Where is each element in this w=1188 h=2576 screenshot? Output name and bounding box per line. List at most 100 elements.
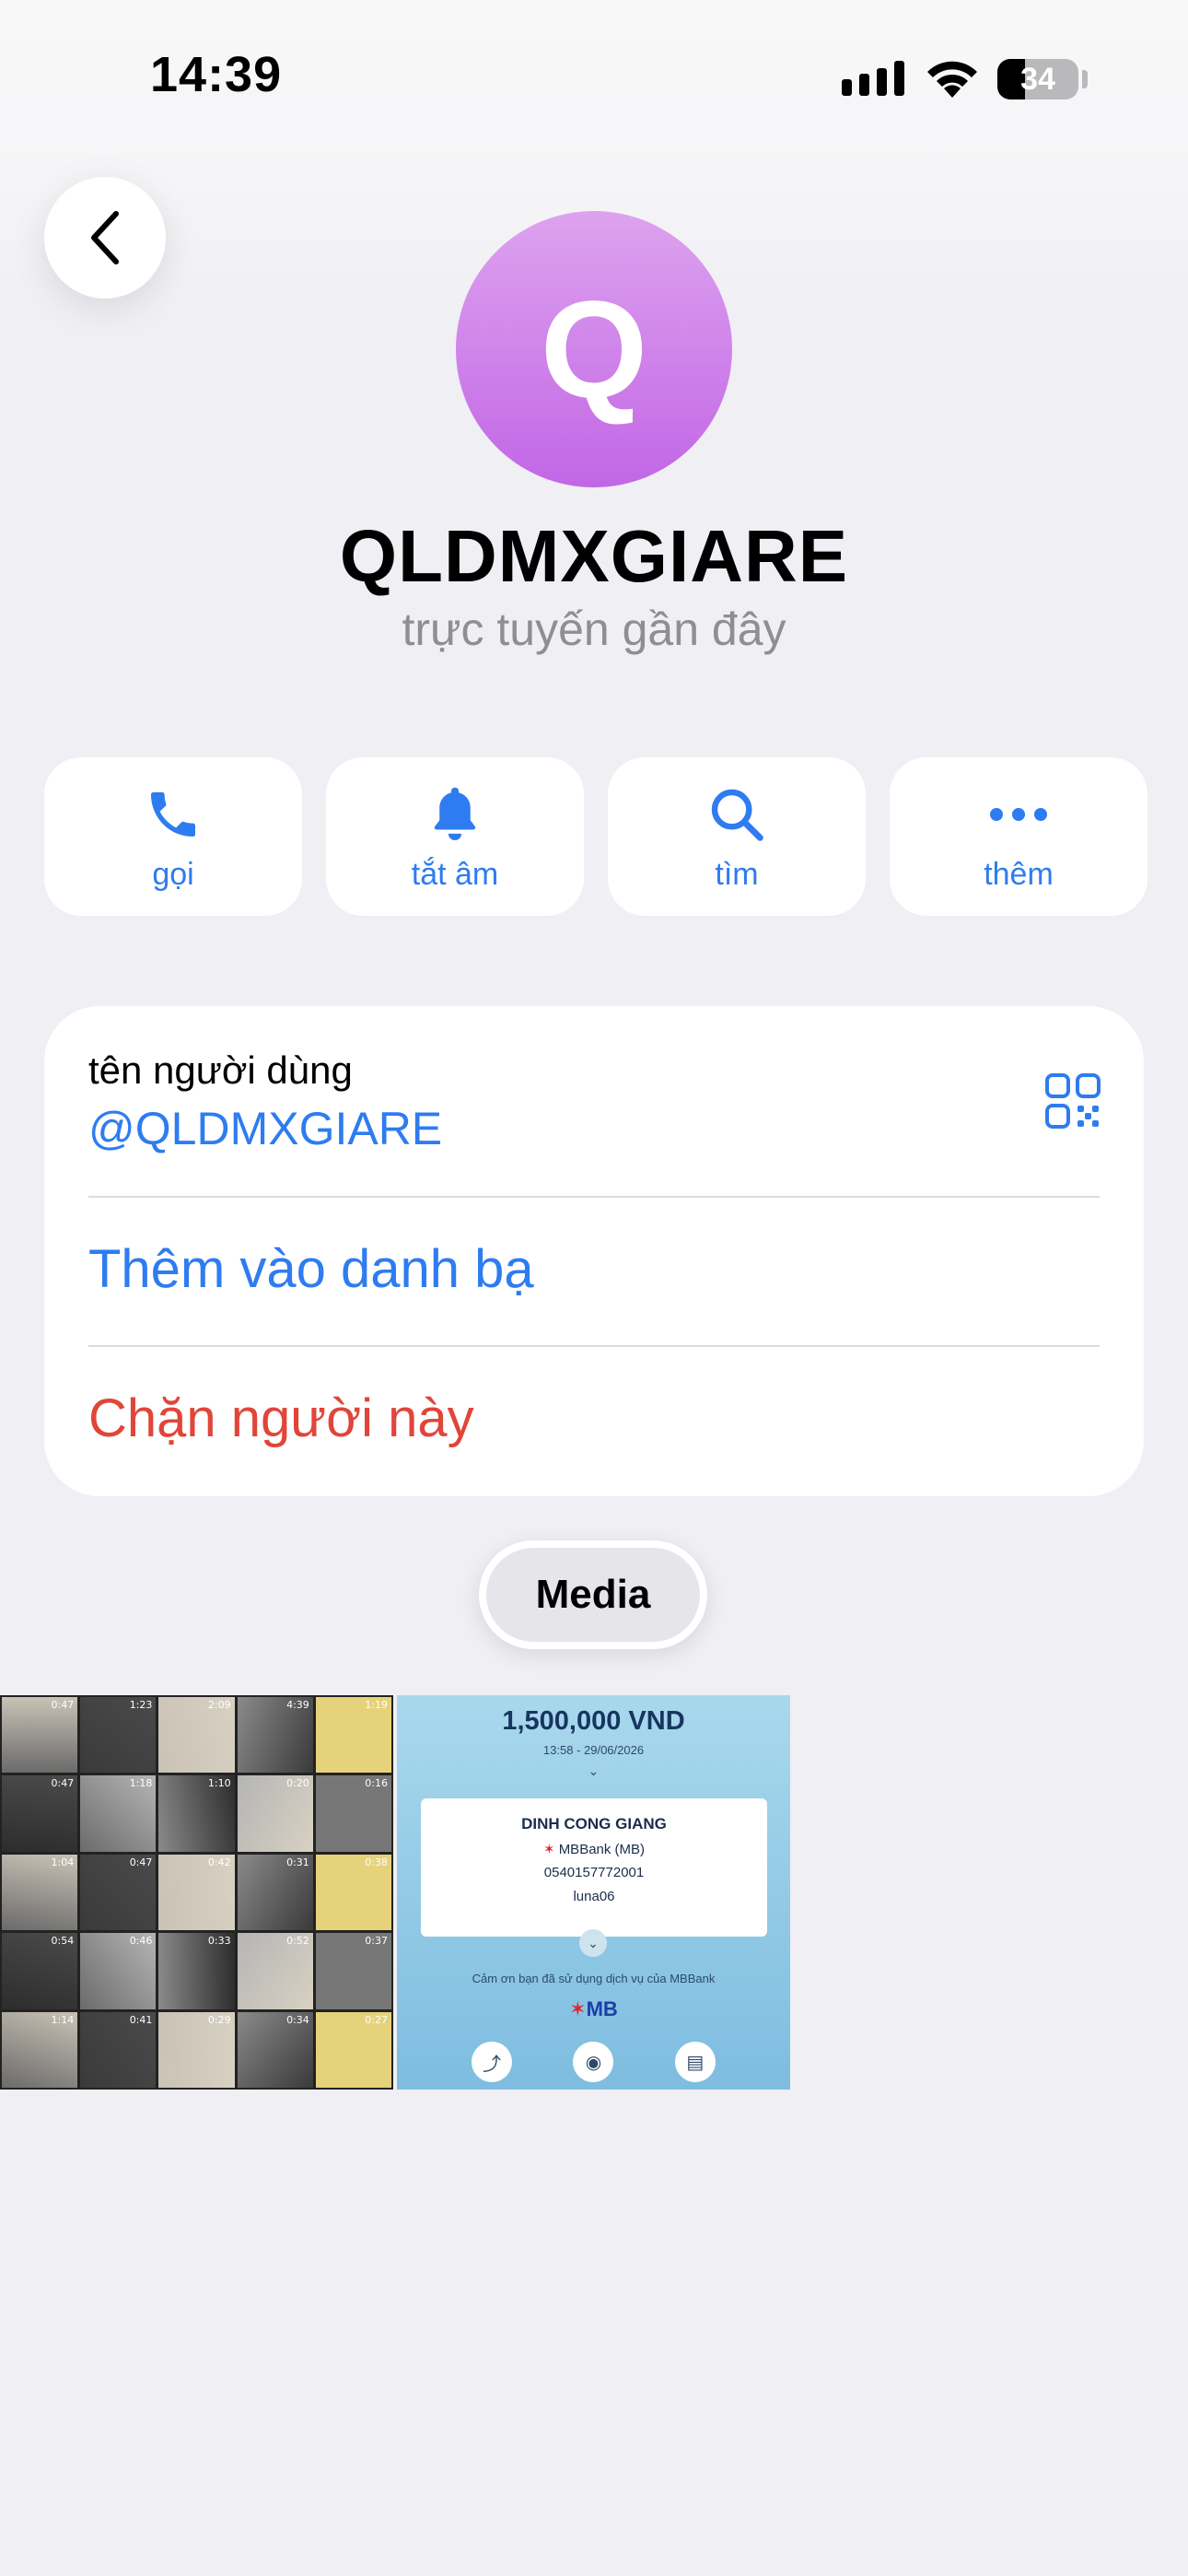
collage-tile-duration: 0:20 xyxy=(286,1777,309,1790)
username-value[interactable]: @QLDMXGIARE xyxy=(88,1102,442,1155)
collage-tile: 0:29 xyxy=(158,2011,235,2088)
chevron-down-icon: ⌄ xyxy=(588,1763,600,1778)
collage-tile: 1:19 xyxy=(315,1697,391,1774)
search-icon xyxy=(711,789,763,841)
divider xyxy=(88,1196,1100,1198)
collage-tile-duration: 0:37 xyxy=(365,1935,388,1948)
collage-tile: 1:14 xyxy=(2,2011,78,2088)
search-button[interactable]: tìm xyxy=(608,757,866,916)
action-bar: gọi tắt âm tìm thêm xyxy=(44,757,1147,916)
chevron-left-icon xyxy=(91,211,119,264)
call-button[interactable]: gọi xyxy=(44,757,302,916)
mute-label: tắt âm xyxy=(411,856,499,892)
receipt-recipient: DINH CONG GIANG xyxy=(521,1815,667,1832)
collage-tile: 0:33 xyxy=(158,1933,235,2009)
cellular-signal-icon xyxy=(842,61,904,96)
receipt-account: 0540157772001 xyxy=(543,1865,645,1880)
share-icon: ⤴ xyxy=(472,2042,513,2082)
block-user-button[interactable]: Chặn người này xyxy=(88,1388,474,1449)
collage-tile: 0:38 xyxy=(315,1854,391,1931)
collage-tile-duration: 0:33 xyxy=(207,1935,231,1948)
battery-level: 34 xyxy=(1020,61,1055,97)
collage-tile: 0:34 xyxy=(237,2011,313,2088)
collage-tile-duration: 1:10 xyxy=(207,1777,231,1790)
collage-tile-duration: 1:14 xyxy=(51,2013,75,2026)
bank-logo: ✶MB xyxy=(569,1997,618,2020)
collage-tile-duration: 4:39 xyxy=(286,1699,309,1711)
collage-tile-duration: 0:29 xyxy=(207,2013,231,2026)
receipt-amount: 1,500,000 VND xyxy=(502,1706,685,1736)
collage-tile-duration: 0:27 xyxy=(365,2013,388,2026)
collage-tile-duration: 0:52 xyxy=(286,1935,309,1948)
collage-tile: 0:37 xyxy=(315,1933,391,2009)
document-icon: ▤ xyxy=(674,2042,716,2082)
expand-icon: ⌄ xyxy=(579,1929,607,1957)
collage-tile-duration: 0:54 xyxy=(51,1935,75,1948)
bell-icon xyxy=(434,787,476,840)
collage-tile: 1:23 xyxy=(80,1697,157,1774)
profile-name: QLDMXGIARE xyxy=(339,515,849,597)
battery-cap xyxy=(1082,70,1088,88)
collage-tile: 1:04 xyxy=(2,1854,78,1931)
collage-tile-duration: 1:18 xyxy=(129,1777,153,1790)
receipt-bank-name: MBBank (MB) xyxy=(558,1842,646,1857)
collage-tile: 0:47 xyxy=(2,1775,78,1852)
collage-tile-duration: 0:31 xyxy=(286,1856,309,1868)
collage-tile: 2:09 xyxy=(158,1697,235,1774)
collage-tile-duration: 0:47 xyxy=(51,1699,75,1711)
add-contact-button[interactable]: Thêm vào danh bạ xyxy=(88,1238,534,1300)
collage-tile: 0:27 xyxy=(315,2011,391,2088)
collage-tile: 0:31 xyxy=(237,1854,313,1931)
collage-tile-duration: 0:46 xyxy=(129,1935,153,1948)
receipt-note: luna06 xyxy=(573,1889,615,1904)
collage-tile-duration: 0:38 xyxy=(365,1856,388,1868)
collage-tile: 0:52 xyxy=(237,1933,313,2009)
collage-tile: 1:10 xyxy=(158,1775,235,1852)
receipt-details: DINH CONG GIANG ✶ MBBank (MB) 0540157772… xyxy=(421,1798,767,1937)
collage-tile-duration: 0:34 xyxy=(286,2013,309,2026)
collage-tile: 0:47 xyxy=(80,1854,157,1931)
collage-tile-duration: 0:41 xyxy=(129,2013,153,2026)
info-card: tên người dùng @QLDMXGIARE Thêm vào danh… xyxy=(44,1006,1144,1496)
presence-status: trực tuyến gần đây xyxy=(402,603,786,655)
collage-tile-duration: 0:47 xyxy=(51,1777,75,1790)
media-grid: 0:47 1:23 2:09 4:39 1:19 0:47 1:18 1:10 0:20 0:16… xyxy=(0,1695,790,2090)
status-time: 14:39 xyxy=(150,47,283,102)
avatar[interactable]: Q xyxy=(456,211,732,487)
collage-tile: 1:18 xyxy=(80,1775,157,1852)
collage-tile-duration: 2:09 xyxy=(207,1699,231,1711)
collage-tile-duration: 1:04 xyxy=(51,1856,75,1868)
collage-tile-duration: 1:19 xyxy=(365,1699,388,1711)
receipt-actions: ⤴ ◉ ▤ xyxy=(397,2042,790,2082)
collage-tile: 0:46 xyxy=(80,1933,157,2009)
more-icon xyxy=(990,807,1047,821)
collage-tile-duration: 1:23 xyxy=(129,1699,153,1711)
tab-media[interactable]: Media xyxy=(479,1540,707,1649)
wifi-icon xyxy=(927,61,977,98)
receipt-datetime: 13:58 - 29/06/2026 xyxy=(542,1743,645,1757)
media-thumbnail-transfer-receipt[interactable]: 1,500,000 VND 13:58 - 29/06/2026 ⌄ DINH … xyxy=(397,1695,790,2090)
media-thumbnail-video-collage[interactable]: 0:47 1:23 2:09 4:39 1:19 0:47 1:18 1:10 0:20 0:16… xyxy=(0,1695,393,2090)
username-caption: tên người dùng xyxy=(88,1048,353,1092)
divider xyxy=(88,1345,1100,1347)
search-label: tìm xyxy=(715,856,759,892)
collage-tile: 0:54 xyxy=(2,1933,78,2009)
collage-tile: 0:41 xyxy=(80,2011,157,2088)
collage-tile-duration: 0:16 xyxy=(365,1777,388,1790)
collage-tile: 0:47 xyxy=(2,1697,78,1774)
receipt-bank: ✶ MBBank (MB) xyxy=(542,1842,646,1857)
collage-tile: 0:16 xyxy=(315,1775,391,1852)
more-button[interactable]: thêm xyxy=(890,757,1147,916)
back-button[interactable] xyxy=(44,177,166,299)
mute-button[interactable]: tắt âm xyxy=(326,757,584,916)
collage-tile-duration: 0:42 xyxy=(207,1856,231,1868)
battery-icon: 34 xyxy=(997,59,1078,100)
call-label: gọi xyxy=(152,856,194,892)
collage-tile-duration: 0:47 xyxy=(129,1856,153,1868)
collage-tile: 0:20 xyxy=(237,1775,313,1852)
receipt-thanks: Cảm ơn bạn đã sử dụng dịch vụ của MBBank xyxy=(472,1972,716,1985)
collage-tile: 0:42 xyxy=(158,1854,235,1931)
bank-logo-text: MB xyxy=(586,1997,618,2020)
camera-icon: ◉ xyxy=(573,2042,614,2082)
qr-code-icon[interactable] xyxy=(1044,1072,1101,1130)
